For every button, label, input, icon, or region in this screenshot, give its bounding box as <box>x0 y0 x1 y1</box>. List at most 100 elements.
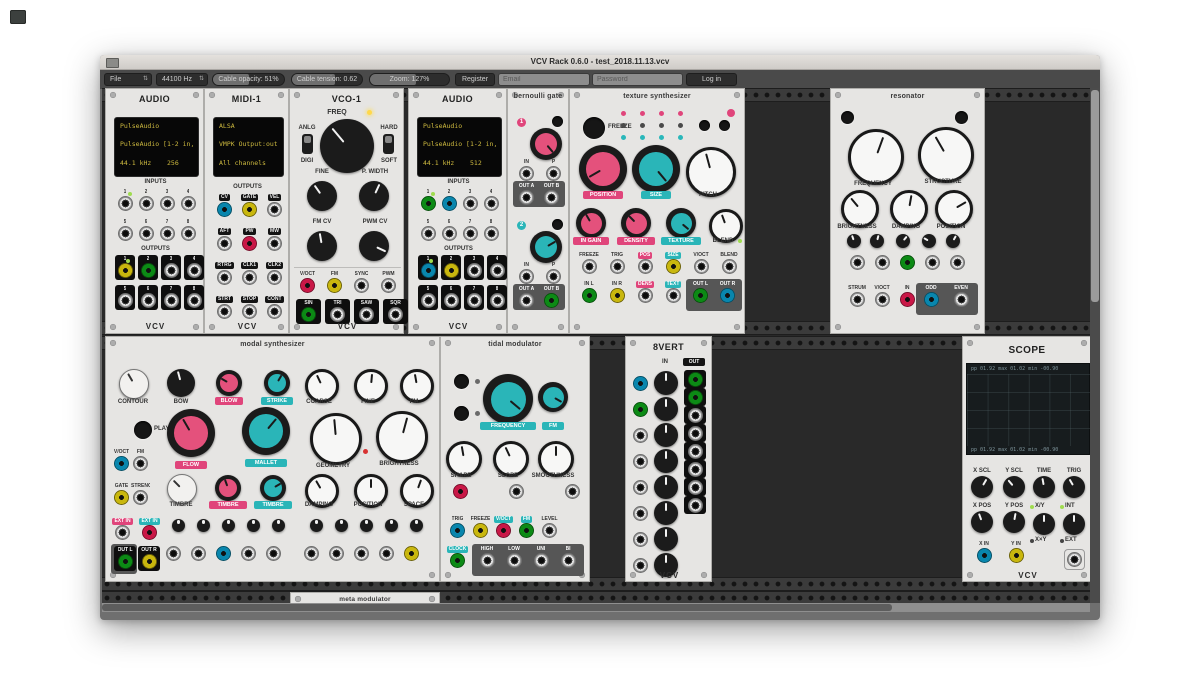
struct-atten-knob[interactable] <box>870 234 884 248</box>
jack[interactable] <box>633 506 648 521</box>
atten-knob[interactable] <box>197 519 210 532</box>
email-field[interactable] <box>498 73 590 86</box>
jack[interactable] <box>242 304 257 319</box>
structure-knob[interactable] <box>918 127 974 183</box>
jack[interactable] <box>565 484 580 499</box>
module-scope[interactable]: SCOPE pp 01.92 max 01.02 min -00.90 pp 0… <box>962 336 1090 582</box>
jack[interactable] <box>142 525 157 540</box>
jack[interactable] <box>421 293 436 308</box>
jack[interactable] <box>217 304 232 319</box>
rack-viewport[interactable]: AUDIO PulseAudio PulseAudio [1-2 in, 1- … <box>102 88 1090 603</box>
jack[interactable] <box>266 546 281 561</box>
gain-knob-1[interactable] <box>654 371 678 395</box>
jack[interactable] <box>484 196 499 211</box>
midi-display[interactable]: ALSA VMPK Output:out All channels <box>213 117 284 177</box>
jack[interactable] <box>688 444 703 459</box>
jack[interactable] <box>118 226 133 241</box>
atten-knob[interactable] <box>335 519 348 532</box>
module-resonator[interactable]: resonator FREQUENCY STRUCTURE BRIGHTNESS… <box>830 88 985 334</box>
atten-knob[interactable] <box>310 519 323 532</box>
jack[interactable] <box>300 278 315 293</box>
jack[interactable] <box>490 263 505 278</box>
vertical-scrollbar[interactable] <box>1090 88 1100 603</box>
jack[interactable] <box>354 546 369 561</box>
module-bernoulli-gate[interactable]: bernoulli gate 1 INP OUT AOUT B 2 INP OU… <box>507 88 569 334</box>
jack[interactable] <box>925 255 940 270</box>
jack[interactable] <box>118 293 133 308</box>
jack[interactable] <box>633 532 648 547</box>
damp-atten-knob[interactable] <box>922 234 936 248</box>
jack[interactable] <box>542 523 557 538</box>
coarse-knob[interactable] <box>305 369 339 403</box>
jack[interactable] <box>164 263 179 278</box>
jack[interactable] <box>924 292 939 307</box>
gain-knob-7[interactable] <box>654 527 678 551</box>
jack[interactable] <box>561 553 576 568</box>
jack[interactable] <box>242 202 257 217</box>
jack[interactable] <box>141 293 156 308</box>
jack[interactable] <box>267 202 282 217</box>
jack[interactable] <box>688 390 703 405</box>
jack[interactable] <box>688 426 703 441</box>
jack[interactable] <box>638 288 653 303</box>
jack[interactable] <box>1009 548 1024 563</box>
ypos-knob[interactable] <box>1003 511 1025 533</box>
horizontal-scrollbar[interactable] <box>102 603 1090 612</box>
frequency-knob[interactable] <box>483 374 533 424</box>
position-knob[interactable] <box>935 190 973 228</box>
jack[interactable] <box>141 263 156 278</box>
jack[interactable] <box>582 288 597 303</box>
shape-knob[interactable] <box>446 441 482 477</box>
module-meta-modulator[interactable]: meta modulator <box>290 592 440 603</box>
geometry-knob[interactable] <box>310 413 362 465</box>
samplerate-select[interactable]: 44100 Hz ⇅ <box>156 73 208 86</box>
jack[interactable] <box>181 196 196 211</box>
jack[interactable] <box>875 292 890 307</box>
trig-mode-knob[interactable] <box>1063 513 1085 535</box>
file-menu-button[interactable]: File ⇅ <box>104 73 152 86</box>
jack[interactable] <box>688 372 703 387</box>
jack[interactable] <box>187 263 202 278</box>
hard-soft-switch[interactable] <box>383 134 394 154</box>
jack[interactable] <box>519 269 534 284</box>
xscl-knob[interactable] <box>971 476 993 498</box>
probability-2-knob[interactable] <box>530 231 562 263</box>
fm-knob[interactable] <box>538 382 568 412</box>
jack[interactable] <box>544 293 559 308</box>
cable-tension-slider[interactable]: Cable tension: 0.62 <box>291 73 363 86</box>
jack[interactable] <box>666 259 681 274</box>
jack[interactable] <box>241 546 256 561</box>
bright-atten-knob[interactable] <box>896 234 910 248</box>
module-audio-1[interactable]: AUDIO PulseAudio PulseAudio [1-2 in, 1- … <box>105 88 204 334</box>
audio-display[interactable]: PulseAudio PulseAudio [1-2 in, 1 44.1 kH… <box>417 117 502 177</box>
jack[interactable] <box>166 546 181 561</box>
strike-timbre-knob[interactable] <box>260 475 286 501</box>
jack[interactable] <box>381 278 396 293</box>
jack[interactable] <box>327 278 342 293</box>
jack[interactable] <box>181 226 196 241</box>
jack[interactable] <box>421 196 436 211</box>
texture-knob[interactable] <box>666 208 696 238</box>
jack[interactable] <box>329 546 344 561</box>
module-tidal-modulator[interactable]: tidal modulator FREQUENCY FM SHAPE SLOPE… <box>440 336 590 582</box>
brightness-knob[interactable] <box>841 190 879 228</box>
jack[interactable] <box>142 554 157 569</box>
jack[interactable] <box>242 270 257 285</box>
horizontal-scrollbar-thumb[interactable] <box>102 604 892 611</box>
mallet-knob[interactable] <box>242 407 290 455</box>
jack[interactable] <box>404 546 419 561</box>
fine-knob[interactable] <box>354 369 388 403</box>
jack[interactable] <box>450 553 465 568</box>
audio-display[interactable]: PulseAudio PulseAudio [1-2 in, 1- 44.1 k… <box>114 117 199 177</box>
jack[interactable] <box>666 288 681 303</box>
jack[interactable] <box>267 304 282 319</box>
jack[interactable] <box>191 546 206 561</box>
module-vco-1[interactable]: VCO-1 FREQ ANLG DIGI HARD SOFT FINE P. W… <box>289 88 404 334</box>
damping-knob[interactable] <box>890 190 928 228</box>
bow-knob[interactable] <box>167 369 195 397</box>
time-knob[interactable] <box>1033 476 1055 498</box>
atten-knob[interactable] <box>247 519 260 532</box>
contour-knob[interactable] <box>119 369 149 399</box>
jack[interactable] <box>242 236 257 251</box>
jack[interactable] <box>519 523 534 538</box>
